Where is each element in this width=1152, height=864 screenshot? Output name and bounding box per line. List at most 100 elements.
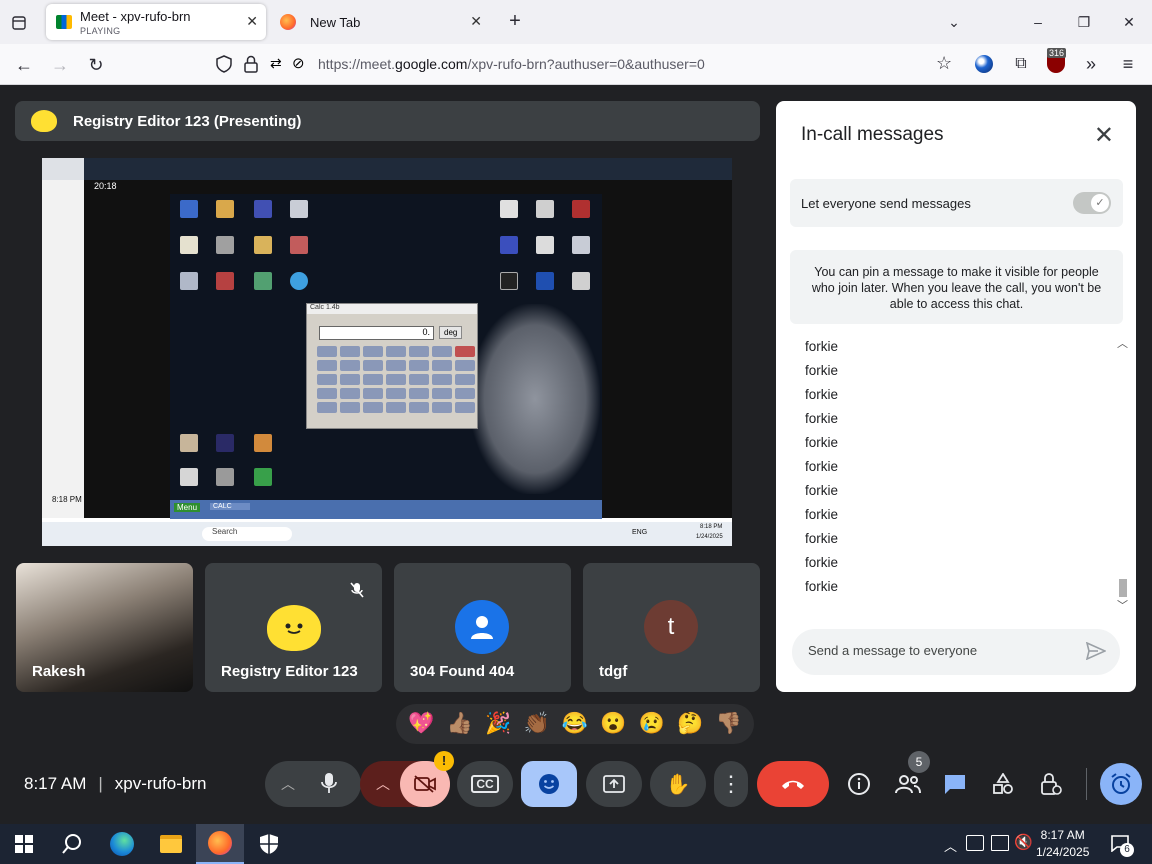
- desktop-icon: [180, 236, 198, 254]
- activities-icon[interactable]: [990, 771, 1016, 797]
- firefox-taskbar-icon[interactable]: [196, 824, 244, 864]
- leave-call-button[interactable]: [757, 761, 829, 807]
- participant-tile[interactable]: 304 Found 404: [394, 563, 571, 692]
- muted-mic-icon: [344, 577, 370, 603]
- toggle-label: Let everyone send messages: [801, 196, 971, 211]
- chat-scrollbar[interactable]: ︿ ﹀: [1116, 337, 1130, 613]
- windows-start-icon[interactable]: [0, 824, 48, 864]
- check-icon: ✓: [1091, 194, 1109, 212]
- tray-overflow-icon[interactable]: ︿: [944, 836, 957, 855]
- minimize-icon[interactable]: –: [1026, 10, 1050, 34]
- tab-list-icon[interactable]: [8, 12, 30, 34]
- maximize-icon[interactable]: ❐: [1072, 10, 1096, 34]
- shared-lang: ENG: [632, 529, 648, 536]
- send-messages-toggle[interactable]: ✓: [1073, 192, 1111, 214]
- captions-button[interactable]: CC: [457, 761, 513, 807]
- permissions-icon[interactable]: ⇄: [270, 55, 282, 72]
- close-tab-icon[interactable]: ✕: [246, 13, 258, 30]
- close-tab-icon[interactable]: ✕: [470, 13, 482, 30]
- shield-icon[interactable]: [216, 55, 232, 78]
- limbo-menu-button: Menu: [174, 503, 201, 512]
- reaction-thinking[interactable]: 🤔: [677, 712, 703, 736]
- raise-hand-button[interactable]: ✋: [650, 761, 706, 807]
- meet-stage: Registry Editor 123 (Presenting) 8:18 PM…: [0, 85, 1152, 824]
- reload-icon[interactable]: ↻: [84, 53, 108, 77]
- tab-new-tab[interactable]: New Tab ✕: [272, 4, 492, 40]
- participant-tile[interactable]: Rakesh: [16, 563, 193, 692]
- message-input[interactable]: [808, 643, 1068, 658]
- hang-up-icon: [782, 780, 804, 789]
- video-options-button[interactable]: ︿ !: [360, 751, 454, 807]
- chat-message: forkie: [805, 579, 839, 594]
- calculator-title: Calc 1.4b: [307, 304, 477, 314]
- reaction-bar: 💖 👍🏽 🎉 👏🏾 😂 😮 😢 🤔 👎🏽: [396, 704, 754, 744]
- alarm-clock-button[interactable]: [1100, 763, 1142, 805]
- reaction-surprised[interactable]: 😮: [600, 712, 626, 736]
- file-explorer-icon[interactable]: [147, 824, 195, 864]
- back-arrow-icon[interactable]: ←: [12, 53, 36, 77]
- desktop-icon: [216, 434, 234, 452]
- people-icon[interactable]: [894, 771, 922, 797]
- scroll-thumb[interactable]: [1119, 579, 1127, 597]
- tab-meet[interactable]: Meet - xpv-rufo-brn PLAYING ✕: [46, 4, 266, 40]
- network-icon[interactable]: [991, 835, 1009, 851]
- notification-count-badge: 6: [1120, 843, 1134, 857]
- system-clock[interactable]: 8:17 AM 1/24/2025: [1036, 827, 1089, 861]
- chat-panel: In-call messages ✕ Let everyone send mes…: [776, 101, 1136, 692]
- participant-tile[interactable]: Registry Editor 123: [205, 563, 382, 692]
- bookmark-star-icon[interactable]: ☆: [936, 53, 952, 74]
- meeting-details-icon[interactable]: [846, 771, 872, 797]
- reaction-thumbs-down[interactable]: 👎🏽: [716, 712, 742, 736]
- desktop-icon: [500, 272, 518, 290]
- emoji-button[interactable]: [521, 761, 577, 807]
- audio-options-button[interactable]: ︿: [265, 761, 361, 807]
- volume-muted-icon[interactable]: 🔇: [1014, 833, 1033, 851]
- desktop-icon: [254, 200, 272, 218]
- extensions-icon[interactable]: ⧉: [1010, 53, 1032, 75]
- reaction-laugh[interactable]: 😂: [562, 712, 588, 736]
- reaction-sad[interactable]: 😢: [639, 712, 665, 736]
- forward-arrow-icon[interactable]: →: [48, 53, 72, 77]
- reaction-clap[interactable]: 👏🏾: [523, 712, 549, 736]
- notification-center-icon[interactable]: 6: [1110, 834, 1134, 857]
- scroll-up-icon[interactable]: ︿: [1117, 335, 1128, 351]
- close-window-icon[interactable]: ✕: [1117, 10, 1141, 34]
- tab-overflow-icon[interactable]: ⌄: [942, 10, 966, 34]
- lock-icon[interactable]: [244, 55, 258, 78]
- scroll-down-icon[interactable]: ﹀: [1117, 597, 1128, 613]
- tray-app-icon[interactable]: [966, 835, 984, 851]
- account-icon[interactable]: [975, 55, 993, 73]
- desktop-icon: [254, 434, 272, 452]
- desktop-icon: [216, 236, 234, 254]
- host-controls-icon[interactable]: [1038, 771, 1064, 797]
- present-screen-button[interactable]: [586, 761, 642, 807]
- reaction-party[interactable]: 🎉: [485, 712, 511, 736]
- browser-tab-bar: Meet - xpv-rufo-brn PLAYING ✕ New Tab ✕ …: [0, 0, 1152, 44]
- calculator-keypad: [317, 346, 475, 413]
- chat-icon[interactable]: [942, 771, 968, 797]
- more-options-button[interactable]: ⋮: [714, 761, 748, 807]
- reaction-thumbs-up[interactable]: 👍🏽: [447, 712, 473, 736]
- desktop-icon: [180, 272, 198, 290]
- tab-title: New Tab: [310, 14, 361, 30]
- send-icon[interactable]: [1085, 641, 1107, 665]
- default-avatar-icon: [455, 600, 509, 654]
- edge-icon[interactable]: [98, 824, 146, 864]
- participant-tile[interactable]: t tdgf: [583, 563, 760, 692]
- media-blocked-icon[interactable]: ⊘: [292, 54, 305, 72]
- new-tab-button[interactable]: +: [504, 10, 526, 32]
- ublock-icon[interactable]: 316: [1047, 48, 1067, 73]
- tab-title: Meet - xpv-rufo-brn: [80, 9, 191, 24]
- search-icon[interactable]: [48, 824, 96, 864]
- presenter-avatar-icon: [31, 110, 57, 132]
- menu-hamburger-icon[interactable]: ≡: [1117, 53, 1139, 75]
- android-status-time: 20:18: [94, 181, 117, 191]
- security-shield-icon[interactable]: [245, 824, 293, 864]
- chevron-up-icon: ︿: [376, 776, 390, 792]
- desktop-icon: [254, 468, 272, 486]
- chat-message: forkie: [805, 459, 839, 474]
- reaction-heart[interactable]: 💖: [408, 712, 434, 736]
- address-bar[interactable]: ⇄ ⊘ https://meet.google.com/xpv-rufo-brn…: [208, 48, 968, 80]
- overflow-chevron-icon[interactable]: »: [1080, 53, 1102, 75]
- close-chat-icon[interactable]: ✕: [1094, 121, 1114, 150]
